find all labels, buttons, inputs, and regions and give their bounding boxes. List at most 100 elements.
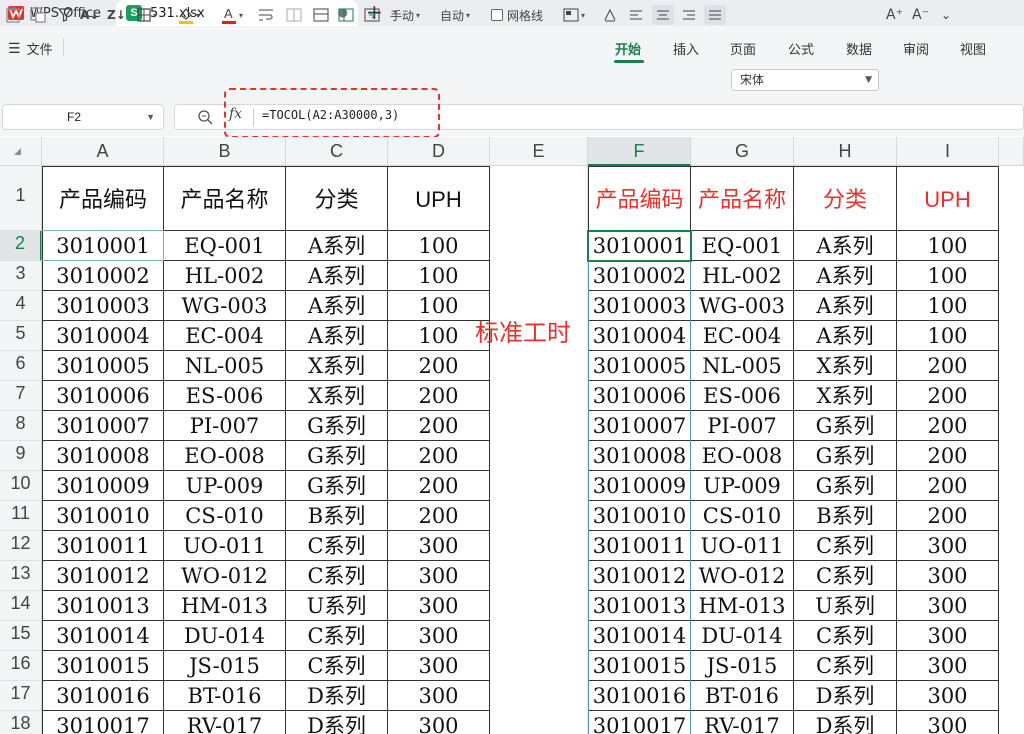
- gridlines-checkbox[interactable]: 网格线: [491, 5, 543, 25]
- source-table-cell[interactable]: G系列: [286, 411, 388, 441]
- result-table-cell[interactable]: G系列: [794, 411, 897, 441]
- source-table-header-cell[interactable]: UPH: [388, 166, 490, 231]
- menu-tab-formula[interactable]: 公式: [788, 39, 814, 58]
- row-header-10[interactable]: 10: [0, 471, 42, 501]
- result-table-cell[interactable]: 100: [897, 261, 999, 291]
- source-table-cell[interactable]: C系列: [286, 531, 388, 561]
- source-table-cell[interactable]: A系列: [286, 261, 388, 291]
- result-table-cell[interactable]: G系列: [794, 471, 897, 501]
- row-header-13[interactable]: 13: [0, 561, 42, 591]
- source-table-cell[interactable]: 3010015: [42, 651, 164, 681]
- borders-icon[interactable]: ▾: [137, 5, 157, 25]
- align-right-icon[interactable]: [682, 5, 696, 25]
- result-table-cell[interactable]: 200: [897, 441, 999, 471]
- result-table-cell[interactable]: 200: [897, 411, 999, 441]
- column-header-f[interactable]: F: [588, 137, 691, 166]
- source-table-cell[interactable]: 300: [388, 621, 490, 651]
- menu-tab-page[interactable]: 页面: [730, 39, 756, 58]
- source-table-cell[interactable]: 200: [388, 411, 490, 441]
- source-table-cell[interactable]: 3010006: [42, 381, 164, 411]
- source-table-cell[interactable]: G系列: [286, 471, 388, 501]
- result-table-cell[interactable]: 3010016: [588, 681, 691, 711]
- spreadsheet-grid[interactable]: A B C D E F G H I 1 2 3 4 5 6 7 8 9 10 11 12 13 14 15 16 17 18 产品编码…: [0, 137, 1024, 734]
- source-table-cell[interactable]: 3010002: [42, 261, 164, 291]
- result-table-cell[interactable]: 300: [897, 531, 999, 561]
- source-table-cell[interactable]: CS-010: [164, 501, 286, 531]
- result-table-cell[interactable]: 200: [897, 351, 999, 381]
- menu-tab-review[interactable]: 审阅: [903, 39, 929, 58]
- source-table-cell[interactable]: JS-015: [164, 651, 286, 681]
- source-table-cell[interactable]: 3010003: [42, 291, 164, 321]
- column-header-a[interactable]: A: [42, 137, 164, 166]
- result-table-cell[interactable]: HL-002: [691, 261, 794, 291]
- source-table-cell[interactable]: PI-007: [164, 411, 286, 441]
- column-header-h[interactable]: H: [794, 137, 897, 166]
- result-table-cell[interactable]: 3010004: [588, 321, 691, 351]
- column-header-d[interactable]: D: [388, 137, 490, 166]
- sort-ascending-icon[interactable]: A↓: [80, 5, 99, 25]
- row-header-11[interactable]: 11: [0, 501, 42, 531]
- result-table-cell[interactable]: 100: [897, 291, 999, 321]
- result-table-cell[interactable]: X系列: [794, 381, 897, 411]
- result-table-cell[interactable]: EC-004: [691, 321, 794, 351]
- source-table-cell[interactable]: EC-004: [164, 321, 286, 351]
- source-table-cell[interactable]: DU-014: [164, 621, 286, 651]
- row-header-9[interactable]: 9: [0, 441, 42, 471]
- source-table-header-cell[interactable]: 分类: [286, 166, 388, 231]
- source-table-cell[interactable]: 3010011: [42, 531, 164, 561]
- row-header-3[interactable]: 3: [0, 261, 42, 291]
- result-table-cell[interactable]: EQ-001: [691, 231, 794, 261]
- result-table-cell[interactable]: 300: [897, 621, 999, 651]
- source-table-cell[interactable]: A系列: [286, 231, 388, 261]
- result-table-cell[interactable]: A系列: [794, 231, 897, 261]
- result-table-cell[interactable]: C系列: [794, 561, 897, 591]
- result-table-cell[interactable]: 3010012: [588, 561, 691, 591]
- source-table-cell[interactable]: UO-011: [164, 531, 286, 561]
- source-table-cell[interactable]: 3010016: [42, 681, 164, 711]
- source-table-cell[interactable]: 300: [388, 651, 490, 681]
- result-table-cell[interactable]: B系列: [794, 501, 897, 531]
- result-table-cell[interactable]: 3010003: [588, 291, 691, 321]
- result-table-cell[interactable]: 3010002: [588, 261, 691, 291]
- sort-descending-icon[interactable]: Z↓: [107, 5, 126, 25]
- menu-tab-view[interactable]: 视图: [960, 39, 986, 58]
- result-table-cell[interactable]: 3010007: [588, 411, 691, 441]
- name-box[interactable]: F2 ▼: [2, 104, 164, 130]
- source-table-cell[interactable]: 300: [388, 711, 490, 734]
- column-header-e[interactable]: E: [490, 137, 588, 166]
- source-table-cell[interactable]: 300: [388, 681, 490, 711]
- row-header-14[interactable]: 14: [0, 591, 42, 621]
- source-table-cell[interactable]: 300: [388, 591, 490, 621]
- row-header-2[interactable]: 2: [0, 231, 42, 261]
- source-table-cell[interactable]: 3010001: [42, 231, 164, 261]
- source-table-cell[interactable]: 200: [388, 381, 490, 411]
- calc-manual-dropdown[interactable]: 手动 ▾: [390, 5, 420, 25]
- fill-color-icon[interactable]: ▾: [178, 5, 200, 25]
- source-table-header-cell[interactable]: 产品名称: [164, 166, 286, 231]
- result-table-cell[interactable]: A系列: [794, 261, 897, 291]
- row-header-1[interactable]: 1: [0, 166, 42, 231]
- menu-tab-data[interactable]: 数据: [846, 39, 872, 58]
- result-table-cell[interactable]: 3010013: [588, 591, 691, 621]
- result-table-cell[interactable]: 3010001: [588, 231, 691, 261]
- source-table-cell[interactable]: A系列: [286, 291, 388, 321]
- source-table-cell[interactable]: EO-008: [164, 441, 286, 471]
- row-header-16[interactable]: 16: [0, 651, 42, 681]
- result-table-header-cell[interactable]: 产品名称: [691, 166, 794, 231]
- menu-tab-home[interactable]: 开始: [615, 39, 641, 58]
- result-table-cell[interactable]: 300: [897, 651, 999, 681]
- align-justify-icon[interactable]: [704, 5, 726, 25]
- source-table-cell[interactable]: EQ-001: [164, 231, 286, 261]
- result-table-cell[interactable]: 3010011: [588, 531, 691, 561]
- result-table-cell[interactable]: C系列: [794, 621, 897, 651]
- result-table-header-cell[interactable]: 产品编码: [588, 166, 691, 231]
- cell-style-icon[interactable]: ▾: [563, 5, 585, 25]
- result-table-header-cell[interactable]: UPH: [897, 166, 999, 231]
- source-table-cell[interactable]: WG-003: [164, 291, 286, 321]
- result-table-cell[interactable]: UO-011: [691, 531, 794, 561]
- source-table-cell[interactable]: 300: [388, 561, 490, 591]
- source-table-cell[interactable]: G系列: [286, 441, 388, 471]
- source-table-cell[interactable]: UP-009: [164, 471, 286, 501]
- result-table-cell[interactable]: 3010017: [588, 711, 691, 734]
- source-table-cell[interactable]: RV-017: [164, 711, 286, 734]
